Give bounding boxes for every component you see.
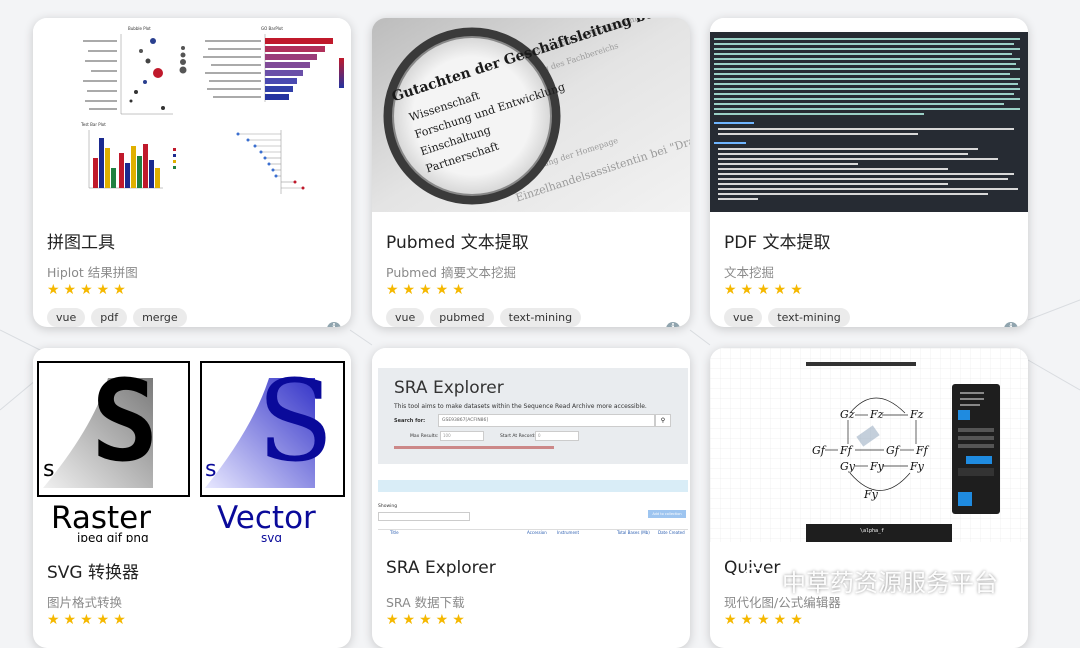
sra-search-input[interactable]: GSE93867[ACFIN86] — [438, 414, 655, 427]
card-title: Pubmed 文本提取 — [386, 233, 529, 253]
card-subtitle: Hiplot 结果拼图 — [47, 265, 138, 280]
tool-card-svg-converter[interactable]: S s Raster jpeg gif png S s Vector svg S… — [33, 348, 351, 648]
card-thumbnail: • Unterstützen von Marketingm Leitung de… — [372, 18, 690, 212]
add-to-collection-button[interactable]: Add to collection — [648, 510, 686, 518]
tag-chip[interactable]: vue — [47, 308, 86, 327]
card-title: 拼图工具 — [47, 233, 115, 253]
start-record-label: Start At Record: — [500, 434, 536, 439]
showing-label: Showing — [378, 504, 398, 509]
card-subtitle: 图片格式转换 — [47, 595, 123, 610]
tag-list: vue pubmed text-mining — [386, 308, 582, 327]
col-accession[interactable]: Accession — [527, 530, 547, 535]
svg-text:Gf: Gf — [886, 444, 901, 457]
tag-chip[interactable]: merge — [133, 308, 187, 327]
info-icon[interactable]: i — [666, 322, 680, 327]
rating-stars: ★★★★★ — [724, 612, 807, 628]
tag-chip[interactable]: vue — [724, 308, 763, 327]
raster-formats: jpeg gif png — [76, 531, 149, 542]
svg-text:Fz: Fz — [909, 408, 924, 421]
card-thumbnail: SRA Explorer This tool aims to make data… — [372, 348, 690, 542]
code-terminal — [710, 32, 1028, 212]
card-subtitle: 文本挖掘 — [724, 265, 775, 280]
vector-format: svg — [261, 531, 282, 542]
card-thumbnail: Bubble Plot GO BarPlot Test Bar Plot — [33, 18, 351, 212]
card-title: SRA Explorer — [386, 558, 496, 578]
info-icon[interactable]: i — [1004, 322, 1018, 327]
tag-chip[interactable]: text-mining — [768, 308, 850, 327]
svg-text:Fy: Fy — [869, 460, 885, 473]
svg-text:GO BarPlot: GO BarPlot — [261, 26, 283, 31]
svg-text:Ff: Ff — [915, 444, 930, 457]
rating-stars: ★★★★★ — [386, 282, 469, 298]
start-record-input[interactable]: 0 — [535, 431, 579, 441]
tool-card-pdf-text[interactable]: PDF 文本提取 文本挖掘 ★★★★★ vue text-mining i — [710, 18, 1028, 327]
sra-search-label: Search for: — [394, 418, 426, 424]
card-thumbnail: S s Raster jpeg gif png S s Vector svg — [33, 348, 351, 542]
info-icon[interactable]: i — [327, 322, 341, 327]
rating-stars: ★★★★★ — [47, 612, 130, 628]
card-thumbnail: Gz Fz Fz Gf Ff Gf Ff Gy Fy Fy Fy \alpha_f — [710, 348, 1028, 542]
svg-text:Bubble Plot: Bubble Plot — [128, 26, 151, 31]
card-title: PDF 文本提取 — [724, 233, 831, 253]
rating-stars: ★★★★★ — [47, 282, 130, 298]
sra-description: This tool aims to make datasets within t… — [394, 403, 647, 410]
tag-list: vue pdf merge — [47, 308, 187, 327]
tool-card-sra-explorer[interactable]: SRA Explorer This tool aims to make data… — [372, 348, 690, 648]
vector-glyph: S — [257, 357, 334, 487]
rating-stars: ★★★★★ — [386, 612, 469, 628]
rating-stars: ★★★★★ — [724, 282, 807, 298]
col-title[interactable]: Title — [390, 530, 399, 535]
tool-card-pubmed[interactable]: • Unterstützen von Marketingm Leitung de… — [372, 18, 690, 327]
raster-glyph: S — [91, 357, 158, 487]
tag-list: vue text-mining — [724, 308, 850, 327]
col-date[interactable]: Date Created — [658, 530, 685, 535]
formula-bar: \alpha_f — [860, 528, 884, 534]
tag-chip[interactable]: text-mining — [499, 308, 582, 327]
card-subtitle: SRA 数据下载 — [386, 595, 465, 610]
svg-text:Ff: Ff — [839, 444, 854, 457]
filter-input[interactable] — [378, 512, 470, 521]
tag-chip[interactable]: vue — [386, 308, 425, 327]
tool-card-quiver[interactable]: Gz Fz Fz Gf Ff Gf Ff Gy Fy Fy Fy \alpha_f — [710, 348, 1028, 648]
svg-text:Fz: Fz — [869, 408, 884, 421]
watermark-text: 中草药资源服务平台 — [782, 569, 998, 597]
svg-text:Fy: Fy — [909, 460, 925, 473]
tool-card-hiplot-merge[interactable]: Bubble Plot GO BarPlot Test Bar Plot 拼图工… — [33, 18, 351, 327]
wechat-icon — [742, 566, 776, 594]
vector-small-glyph: s — [205, 457, 216, 482]
svg-text:Gy: Gy — [840, 460, 856, 473]
max-results-label: Max Results: — [410, 434, 439, 439]
max-results-input[interactable]: 100 — [440, 431, 484, 441]
card-thumbnail — [710, 18, 1028, 212]
card-title: SVG 转换器 — [47, 563, 139, 583]
tag-chip[interactable]: pdf — [91, 308, 128, 327]
card-subtitle: Pubmed 摘要文本挖掘 — [386, 265, 516, 280]
tag-chip[interactable]: pubmed — [430, 308, 494, 327]
svg-text:Test Bar Plot: Test Bar Plot — [80, 122, 106, 127]
search-icon[interactable]: ⚲ — [655, 414, 671, 427]
sra-title: SRA Explorer — [394, 378, 504, 398]
col-instrument[interactable]: Instrument — [557, 530, 579, 535]
svg-text:Gf: Gf — [812, 444, 827, 457]
col-bases[interactable]: Total Bases (Mb) — [617, 530, 650, 535]
raster-small-glyph: s — [43, 457, 54, 482]
watermark: 中草药资源服务平台 — [742, 563, 998, 598]
